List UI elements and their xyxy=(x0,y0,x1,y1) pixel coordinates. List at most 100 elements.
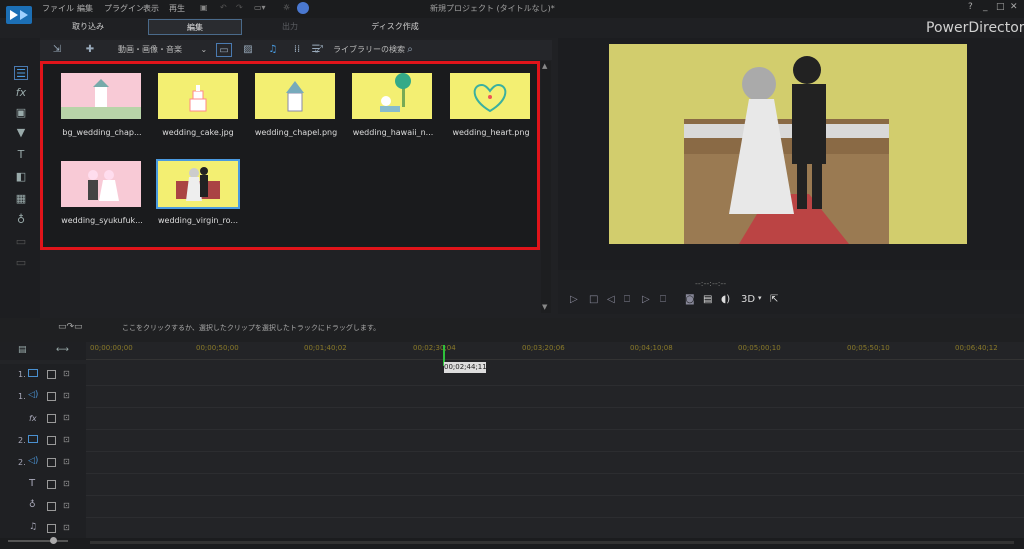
media-item-thumbnail[interactable] xyxy=(352,73,432,119)
media-item-name: wedding_heart.png xyxy=(452,128,530,137)
track-row[interactable]: 1. ◁) ⊡ xyxy=(0,386,1024,408)
media-item-thumbnail[interactable] xyxy=(255,73,335,119)
subtitle-icon[interactable]: ▤ xyxy=(703,294,712,305)
scroll-up-icon[interactable]: ▲ xyxy=(542,62,547,70)
timeline-view-icon[interactable]: ▤ xyxy=(18,345,27,355)
help-button[interactable]: ? xyxy=(968,2,973,12)
track-row[interactable]: ♁ ⊡ xyxy=(0,496,1024,518)
chevron-down-icon: ⌄ xyxy=(200,45,208,54)
tab-output[interactable]: 出力 xyxy=(260,19,320,35)
media-filter-dropdown[interactable]: 動画・画像・音楽 ⌄ xyxy=(118,43,210,57)
timeline-ruler[interactable]: 00;00;00;00 00;00;50;00 00;01;40;02 00;0… xyxy=(86,342,1024,360)
track-row[interactable]: ♫ ⊡ xyxy=(0,518,1024,540)
track-enable-checkbox[interactable] xyxy=(47,458,56,467)
account-icon[interactable] xyxy=(297,2,309,14)
track-enable-checkbox[interactable] xyxy=(47,480,56,489)
lock-icon[interactable]: ⊡ xyxy=(63,457,70,466)
redo-icon[interactable]: ↷ xyxy=(236,3,243,12)
expand-icon[interactable]: ⤢ xyxy=(311,43,327,57)
undock-icon[interactable]: ⇱ xyxy=(770,294,778,305)
zoom-slider-handle[interactable] xyxy=(50,537,57,544)
3d-mode-label[interactable]: 3D xyxy=(741,294,755,305)
subtitle-room-icon[interactable]: ▭ xyxy=(14,256,28,270)
preview-video[interactable] xyxy=(609,44,967,244)
ruler-tick: 00;05;00;10 xyxy=(738,344,781,352)
track-enable-checkbox[interactable] xyxy=(47,392,56,401)
fx-room-icon[interactable]: fx xyxy=(14,86,28,100)
play-icon[interactable]: ▷ xyxy=(570,294,578,305)
close-button[interactable]: ✕ xyxy=(1010,2,1018,12)
media-item-thumbnail[interactable] xyxy=(158,73,238,119)
track-manager-icon[interactable]: ▭↷▭ xyxy=(58,322,83,332)
track-row[interactable]: 2. ◁) ⊡ xyxy=(0,452,1024,474)
zoom-slider[interactable] xyxy=(8,540,68,542)
ruler-tick: 00;05;50;10 xyxy=(847,344,890,352)
snapshot-icon[interactable]: ◙ xyxy=(685,294,695,305)
track-enable-checkbox[interactable] xyxy=(47,414,56,423)
undo-icon[interactable]: ↶ xyxy=(220,3,227,12)
lock-icon[interactable]: ⊡ xyxy=(63,413,70,422)
library-scrollbar[interactable] xyxy=(541,61,551,313)
lock-icon[interactable]: ⊡ xyxy=(63,369,70,378)
track-enable-checkbox[interactable] xyxy=(47,370,56,379)
brand-name: PowerDirector xyxy=(926,20,1024,36)
video-filter-icon[interactable]: ▭ xyxy=(216,43,232,57)
volume-icon[interactable]: ◖) xyxy=(721,294,730,305)
media-item-thumbnail-selected[interactable] xyxy=(156,159,240,209)
track-enable-checkbox[interactable] xyxy=(47,436,56,445)
tab-disc[interactable]: ディスク作成 xyxy=(360,19,430,35)
media-item-thumbnail[interactable] xyxy=(450,73,530,119)
lock-icon[interactable]: ⊡ xyxy=(63,435,70,444)
menu-plugin[interactable]: プラグイン xyxy=(104,3,144,14)
track-row[interactable]: 2. ⊡ xyxy=(0,430,1024,452)
lock-icon[interactable]: ⊡ xyxy=(63,523,70,532)
lock-icon[interactable]: ⊡ xyxy=(63,391,70,400)
lock-icon[interactable]: ⊡ xyxy=(63,479,70,488)
menu-file[interactable]: ファイル xyxy=(42,3,74,14)
scroll-down-icon[interactable]: ▼ xyxy=(542,303,547,311)
plugin-icon[interactable]: ✚ xyxy=(82,43,98,57)
ruler-tick: 00;00;50;00 xyxy=(196,344,239,352)
chapter-room-icon[interactable]: ▭ xyxy=(14,235,28,249)
timeline-scrollbar[interactable] xyxy=(90,541,1014,544)
particle-room-icon[interactable]: ▼ xyxy=(14,126,28,140)
fit-timeline-icon[interactable]: ⟷ xyxy=(56,345,69,355)
voiceover-icon[interactable]: ♁ xyxy=(14,213,28,227)
tab-import[interactable]: 取り込み xyxy=(52,19,124,35)
next-marker-icon[interactable]: ⎕ xyxy=(660,294,666,305)
tab-edit[interactable]: 編集 xyxy=(148,19,242,35)
pip-room-icon[interactable]: ▣ xyxy=(14,106,28,120)
prev-frame-icon[interactable]: ◁ xyxy=(607,294,615,305)
music-filter-icon[interactable]: ♫ xyxy=(265,43,281,57)
track-row[interactable]: 1. ⊡ xyxy=(0,364,1024,386)
lock-icon[interactable]: ⊡ xyxy=(63,501,70,510)
save-icon[interactable]: ▣ xyxy=(200,3,208,12)
audio-mixer-icon[interactable]: ▦ xyxy=(14,192,28,206)
media-item-name: wedding_chapel.png xyxy=(254,128,338,137)
restore-button[interactable]: □ xyxy=(996,2,1005,12)
stop-icon[interactable]: □ xyxy=(589,294,598,305)
track-row[interactable]: fx ⊡ xyxy=(0,408,1024,430)
search-icon[interactable]: ⌕ xyxy=(402,43,418,57)
next-frame-icon[interactable]: ▷ xyxy=(642,294,650,305)
title-room-icon[interactable]: T xyxy=(14,148,28,162)
media-item-thumbnail[interactable] xyxy=(61,73,141,119)
media-room-icon[interactable]: ☰ xyxy=(14,66,28,80)
menu-play[interactable]: 再生 xyxy=(169,3,185,14)
import-media-icon[interactable]: ⇲ xyxy=(49,43,65,57)
menu-view[interactable]: 表示 xyxy=(143,3,159,14)
image-filter-icon[interactable]: ▨ xyxy=(240,43,256,57)
chevron-down-icon[interactable]: ▾ xyxy=(758,294,762,302)
prev-marker-icon[interactable]: ⎕ xyxy=(624,294,630,305)
transition-room-icon[interactable]: ◧ xyxy=(14,170,28,184)
track-enable-checkbox[interactable] xyxy=(47,502,56,511)
minimize-button[interactable]: _ xyxy=(983,2,988,12)
display-mode-icon[interactable]: ▭▾ xyxy=(254,3,266,12)
media-item-thumbnail[interactable] xyxy=(61,161,141,207)
grid-view-icon[interactable]: ⁞⁞ xyxy=(289,43,305,57)
menu-edit[interactable]: 編集 xyxy=(77,3,93,14)
settings-gear-icon[interactable]: ☼ xyxy=(283,3,290,12)
track-row[interactable]: T ⊡ xyxy=(0,474,1024,496)
timecode-display: --:--:--:-- xyxy=(695,279,727,288)
track-enable-checkbox[interactable] xyxy=(47,524,56,533)
